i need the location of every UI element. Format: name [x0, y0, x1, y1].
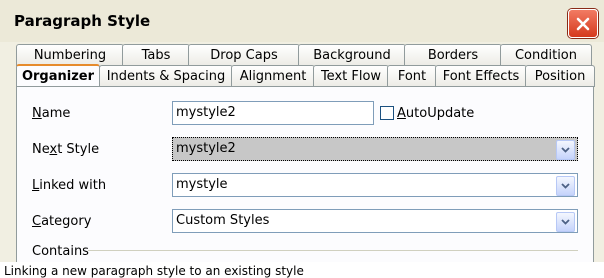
category-select[interactable]: Custom Styles: [172, 209, 578, 233]
tab-numbering[interactable]: Numbering: [16, 44, 124, 66]
autoupdate-checkbox[interactable]: [380, 106, 394, 120]
paragraph-style-dialog: Paragraph Style Numbering Tabs Drop Caps…: [0, 0, 604, 262]
linked-with-label: Linked with: [32, 178, 107, 193]
chevron-down-icon: [561, 183, 570, 189]
linked-with-select[interactable]: mystyle: [172, 173, 578, 197]
tab-drop-caps[interactable]: Drop Caps: [188, 44, 300, 66]
tab-position[interactable]: Position: [525, 65, 595, 87]
linked-with-dropdown-button[interactable]: [556, 176, 575, 196]
close-icon: [576, 17, 590, 30]
contains-divider: [88, 250, 578, 251]
next-style-select[interactable]: mystyle2: [172, 137, 578, 161]
close-button[interactable]: [568, 9, 598, 38]
contains-label: Contains: [32, 244, 89, 259]
tab-font[interactable]: Font: [387, 65, 437, 87]
dialog-title: Paragraph Style: [14, 12, 151, 30]
next-style-dropdown-button[interactable]: [556, 140, 575, 160]
category-value: Custom Styles: [176, 213, 270, 228]
tab-borders[interactable]: Borders: [404, 44, 502, 66]
autoupdate-label[interactable]: AutoUpdate: [397, 106, 474, 121]
chevron-down-icon: [561, 147, 570, 153]
tab-alignment[interactable]: Alignment: [231, 65, 315, 87]
chevron-down-icon: [561, 219, 570, 225]
tab-organizer[interactable]: Organizer: [16, 64, 100, 88]
next-style-value: mystyle2: [176, 141, 236, 156]
name-label: Name: [32, 106, 71, 121]
tab-text-flow[interactable]: Text Flow: [313, 65, 389, 87]
tab-font-effects[interactable]: Font Effects: [435, 65, 527, 87]
name-input[interactable]: mystyle2: [172, 101, 374, 125]
category-label: Category: [32, 214, 92, 229]
category-dropdown-button[interactable]: [556, 212, 575, 232]
tab-tabs[interactable]: Tabs: [122, 44, 190, 66]
figure-caption: Linking a new paragraph style to an exis…: [4, 264, 304, 278]
linked-with-value: mystyle: [176, 177, 228, 192]
tab-indents-spacing[interactable]: Indents & Spacing: [99, 65, 233, 87]
title-bar: Paragraph Style: [0, 0, 604, 42]
next-style-label: Next Style: [32, 142, 100, 157]
tab-background[interactable]: Background: [298, 44, 406, 66]
tab-condition[interactable]: Condition: [500, 44, 592, 66]
